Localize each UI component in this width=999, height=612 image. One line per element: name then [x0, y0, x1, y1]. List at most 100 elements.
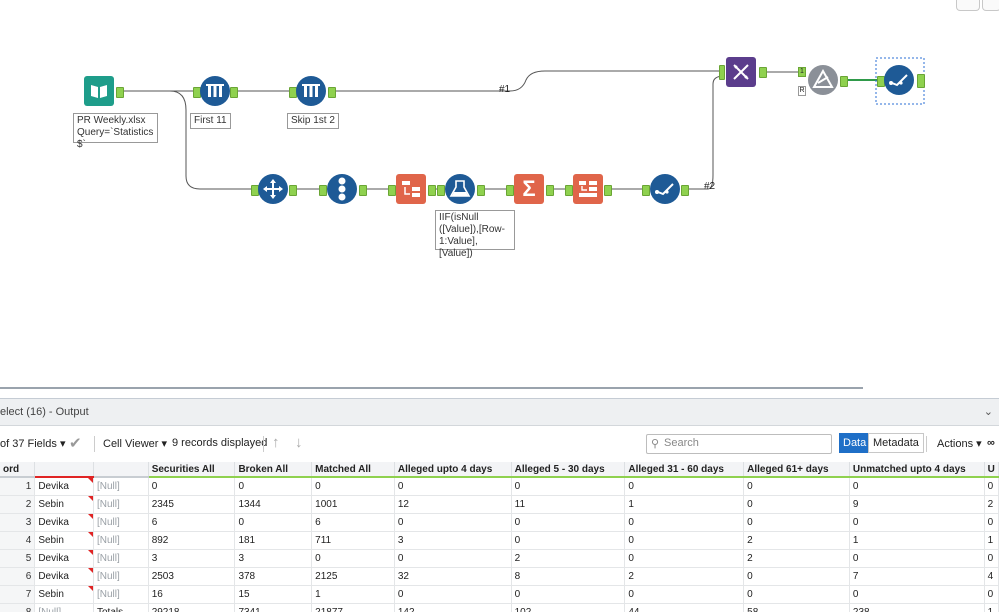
table-cell[interactable]: 0 [394, 477, 512, 496]
table-cell[interactable]: 892 [148, 531, 236, 550]
output-anchor[interactable] [759, 67, 767, 78]
table-cell[interactable]: [Null] [93, 495, 149, 514]
table-cell[interactable]: 2 [984, 495, 999, 514]
column-header[interactable] [93, 462, 149, 478]
table-cell[interactable]: 0 [624, 549, 745, 568]
input-anchor[interactable] [388, 185, 396, 196]
output-anchor[interactable] [289, 185, 297, 196]
column-header[interactable]: Broken All [234, 462, 313, 478]
sample-tool-skip[interactable] [296, 76, 326, 106]
table-cell[interactable]: 9 [849, 495, 985, 514]
table-cell[interactable]: Sebin [34, 495, 94, 514]
join-input-anchors[interactable] [719, 65, 725, 80]
table-cell[interactable]: 7 [849, 567, 985, 586]
table-row[interactable]: 7 Sebin [Null] 16 15 1 0 0 0 0 0 0 [0, 585, 999, 604]
table-cell[interactable]: 1 [624, 495, 745, 514]
table-cell[interactable]: 21877 [311, 603, 395, 612]
table-cell[interactable]: 1 [311, 585, 395, 604]
table-cell[interactable]: 2125 [311, 567, 395, 586]
table-cell[interactable]: 0 [743, 585, 850, 604]
cell-viewer-dropdown[interactable]: Cell Viewer ▾ [103, 437, 167, 450]
table-cell[interactable]: 1344 [234, 495, 313, 514]
cleanse-input-anchor[interactable]: 1 [798, 67, 806, 77]
row-number[interactable]: 2 [0, 495, 36, 514]
table-cell[interactable]: 711 [311, 531, 395, 550]
input-anchor[interactable] [437, 185, 445, 196]
actions-dropdown[interactable]: Actions ▾ [937, 437, 982, 450]
table-cell[interactable]: 102 [511, 603, 626, 612]
output-anchor[interactable] [116, 87, 124, 98]
table-cell[interactable]: 44 [624, 603, 745, 612]
summarize-tool[interactable]: Σ [514, 174, 544, 204]
multi-row-formula-tool[interactable] [445, 174, 475, 204]
row-number[interactable]: 4 [0, 531, 36, 550]
table-cell[interactable]: 3 [394, 531, 512, 550]
table-cell[interactable]: 32 [394, 567, 512, 586]
table-cell[interactable]: Devika [34, 567, 94, 586]
table-cell[interactable]: 15 [234, 585, 313, 604]
table-cell[interactable]: 0 [394, 513, 512, 532]
fields-dropdown[interactable]: of 37 Fields ▾ [0, 437, 65, 450]
column-header[interactable]: Unmatched upto 4 days [849, 462, 985, 478]
table-cell[interactable]: Devika [34, 549, 94, 568]
row-number[interactable]: 3 [0, 513, 36, 532]
search-input[interactable]: ⚲ Search [646, 434, 832, 454]
table-cell[interactable]: [Null] [93, 567, 149, 586]
output-anchor[interactable] [328, 87, 336, 98]
output-anchor[interactable] [546, 185, 554, 196]
row-number[interactable]: 7 [0, 585, 36, 604]
row-number[interactable]: 6 [0, 567, 36, 586]
select-tool-selected[interactable] [884, 65, 914, 95]
output-anchor[interactable] [477, 185, 485, 196]
table-cell[interactable]: 181 [234, 531, 313, 550]
table-cell[interactable]: 2 [743, 531, 850, 550]
chevron-down-icon[interactable]: ⌄ [984, 405, 993, 418]
table-cell[interactable]: 0 [743, 513, 850, 532]
table-cell[interactable]: [Null] [93, 585, 149, 604]
table-cell[interactable]: 0 [984, 477, 999, 496]
table-cell[interactable]: 0 [394, 585, 512, 604]
table-cell[interactable]: 0 [849, 585, 985, 604]
row-number[interactable]: 8 [0, 603, 36, 612]
table-row[interactable]: 8[Null]Totals292187341218771421024458238… [0, 603, 999, 612]
column-header[interactable]: Alleged upto 4 days [394, 462, 512, 478]
data-cleansing-tool[interactable] [808, 65, 838, 95]
table-cell[interactable]: 0 [984, 549, 999, 568]
table-cell[interactable]: 0 [743, 495, 850, 514]
table-cell[interactable]: 0 [624, 477, 745, 496]
column-header[interactable] [34, 462, 94, 478]
table-cell[interactable]: 11 [511, 495, 626, 514]
table-cell[interactable]: 0 [311, 477, 395, 496]
table-cell[interactable]: 3 [148, 549, 236, 568]
tab-metadata[interactable]: Metadata [868, 433, 924, 453]
table-cell[interactable]: 0 [394, 549, 512, 568]
input-data-tool[interactable] [84, 76, 114, 106]
table-cell[interactable]: 0 [234, 477, 313, 496]
cross-tab-tool[interactable] [573, 174, 603, 204]
record-id-tool[interactable] [327, 174, 357, 204]
output-anchor[interactable] [681, 185, 689, 196]
table-cell[interactable]: [Null] [34, 603, 94, 612]
table-cell[interactable]: 1 [849, 531, 985, 550]
workflow-canvas[interactable]: PR Weekly.xlsx Query=`Statistics $` Firs… [0, 0, 999, 385]
table-cell[interactable]: Totals [93, 603, 149, 612]
table-cell[interactable]: [Null] [93, 531, 149, 550]
table-cell[interactable]: 0 [984, 513, 999, 532]
select-tool[interactable] [258, 174, 288, 204]
table-cell[interactable]: 2503 [148, 567, 236, 586]
table-row[interactable]: 1 Devika [Null] 0 0 0 0 0 0 0 0 0 [0, 477, 999, 496]
arrow-up-icon[interactable]: ↑ [272, 434, 280, 451]
transpose-tool[interactable] [396, 174, 426, 204]
table-cell[interactable]: 238 [849, 603, 985, 612]
table-cell[interactable]: 0 [311, 549, 395, 568]
table-cell[interactable]: 0 [984, 585, 999, 604]
table-cell[interactable]: 58 [743, 603, 850, 612]
table-row[interactable]: 4 Sebin [Null] 892 181 711 3 0 0 2 1 1 [0, 531, 999, 550]
table-row[interactable]: 2 Sebin [Null] 2345 1344 1001 12 11 1 0 9 2 [0, 495, 999, 514]
column-header[interactable]: Alleged 31 - 60 days [624, 462, 745, 478]
output-anchor[interactable] [428, 185, 436, 196]
table-cell[interactable]: 8 [511, 567, 626, 586]
table-cell[interactable]: [Null] [93, 549, 149, 568]
input-anchor[interactable] [642, 185, 650, 196]
table-cell[interactable]: 16 [148, 585, 236, 604]
